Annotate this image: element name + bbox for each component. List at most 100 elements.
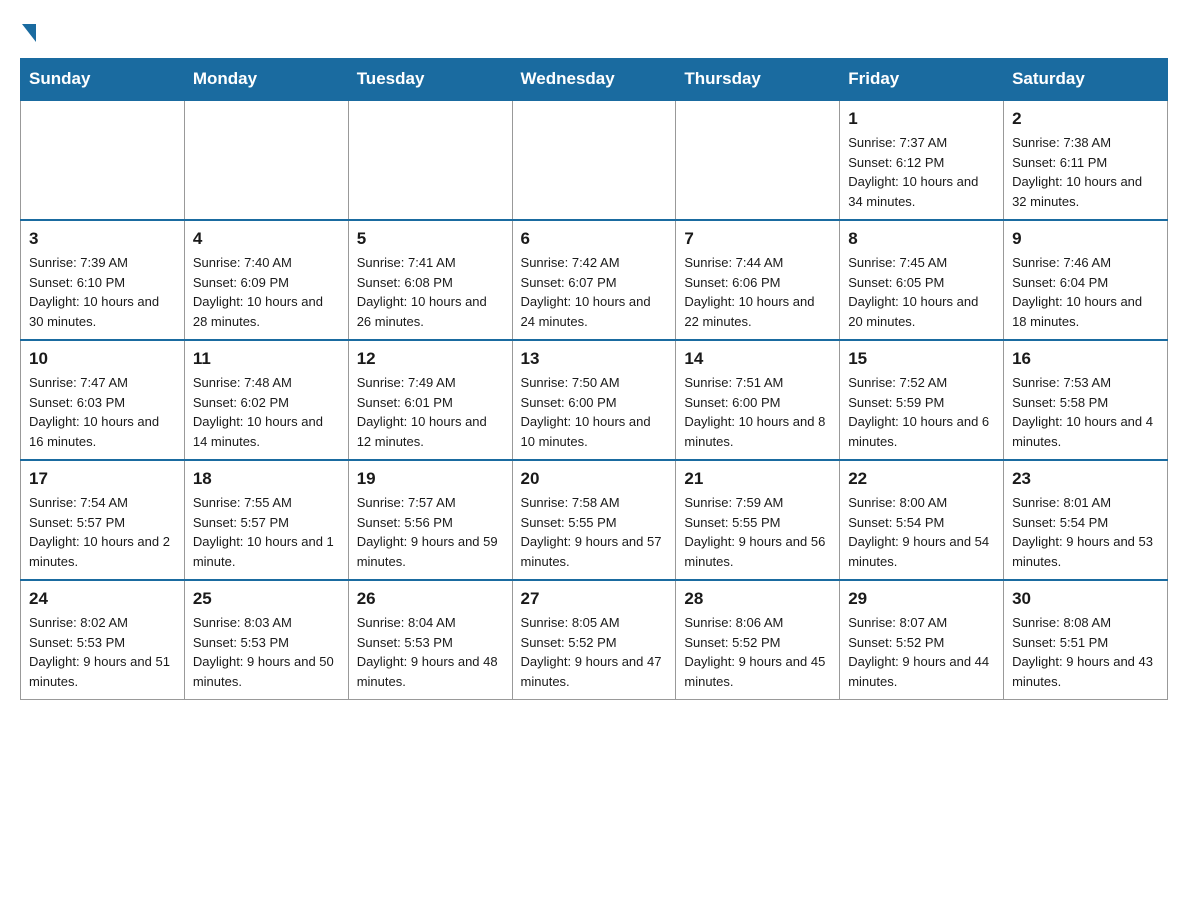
calendar-cell: 15 Sunrise: 7:52 AM Sunset: 5:59 PM Dayli…: [840, 340, 1004, 460]
calendar-header-row: SundayMondayTuesdayWednesdayThursdayFrid…: [21, 59, 1168, 101]
day-info: Sunrise: 7:41 AM Sunset: 6:08 PM Dayligh…: [357, 253, 504, 331]
day-number: 17: [29, 469, 176, 489]
day-info: Sunrise: 8:07 AM Sunset: 5:52 PM Dayligh…: [848, 613, 995, 691]
day-number: 13: [521, 349, 668, 369]
week-row-4: 17 Sunrise: 7:54 AM Sunset: 5:57 PM Dayli…: [21, 460, 1168, 580]
day-info: Sunrise: 8:05 AM Sunset: 5:52 PM Dayligh…: [521, 613, 668, 691]
calendar-cell: 22Sunrise: 8:00 AM Sunset: 5:54 PM Dayli…: [840, 460, 1004, 580]
day-info: Sunrise: 7:52 AM Sunset: 5:59 PM Dayligh…: [848, 373, 995, 451]
day-info: Sunrise: 7:50 AM Sunset: 6:00 PM Dayligh…: [521, 373, 668, 451]
calendar-cell: 28Sunrise: 8:06 AM Sunset: 5:52 PM Dayli…: [676, 580, 840, 700]
calendar-cell: 20 Sunrise: 7:58 AM Sunset: 5:55 PM Dayli…: [512, 460, 676, 580]
day-info: Sunrise: 7:40 AM Sunset: 6:09 PM Dayligh…: [193, 253, 340, 331]
day-info: Sunrise: 8:01 AM Sunset: 5:54 PM Dayligh…: [1012, 493, 1159, 571]
calendar-cell: 19 Sunrise: 7:57 AM Sunset: 5:56 PM Dayli…: [348, 460, 512, 580]
day-info: Sunrise: 7:44 AM Sunset: 6:06 PM Dayligh…: [684, 253, 831, 331]
day-number: 7: [684, 229, 831, 249]
calendar-cell: 18 Sunrise: 7:55 AM Sunset: 5:57 PM Dayli…: [184, 460, 348, 580]
day-number: 9: [1012, 229, 1159, 249]
calendar-cell: 7 Sunrise: 7:44 AM Sunset: 6:06 PM Daylig…: [676, 220, 840, 340]
week-row-3: 10 Sunrise: 7:47 AM Sunset: 6:03 PM Dayli…: [21, 340, 1168, 460]
day-number: 6: [521, 229, 668, 249]
calendar-cell: [184, 100, 348, 220]
day-number: 20: [521, 469, 668, 489]
calendar-cell: 13 Sunrise: 7:50 AM Sunset: 6:00 PM Dayli…: [512, 340, 676, 460]
column-header-sunday: Sunday: [21, 59, 185, 101]
day-info: Sunrise: 8:03 AM Sunset: 5:53 PM Dayligh…: [193, 613, 340, 691]
day-info: Sunrise: 7:54 AM Sunset: 5:57 PM Dayligh…: [29, 493, 176, 571]
calendar-cell: 1 Sunrise: 7:37 AM Sunset: 6:12 PM Daylig…: [840, 100, 1004, 220]
day-info: Sunrise: 7:57 AM Sunset: 5:56 PM Dayligh…: [357, 493, 504, 571]
calendar-cell: 5 Sunrise: 7:41 AM Sunset: 6:08 PM Daylig…: [348, 220, 512, 340]
calendar-cell: 30Sunrise: 8:08 AM Sunset: 5:51 PM Dayli…: [1004, 580, 1168, 700]
column-header-tuesday: Tuesday: [348, 59, 512, 101]
calendar-cell: 12 Sunrise: 7:49 AM Sunset: 6:01 PM Dayli…: [348, 340, 512, 460]
column-header-monday: Monday: [184, 59, 348, 101]
calendar-cell: 26 Sunrise: 8:04 AM Sunset: 5:53 PM Dayli…: [348, 580, 512, 700]
day-info: Sunrise: 7:39 AM Sunset: 6:10 PM Dayligh…: [29, 253, 176, 331]
calendar-cell: [21, 100, 185, 220]
day-number: 27: [521, 589, 668, 609]
day-number: 18: [193, 469, 340, 489]
day-info: Sunrise: 7:55 AM Sunset: 5:57 PM Dayligh…: [193, 493, 340, 571]
day-number: 29: [848, 589, 995, 609]
day-info: Sunrise: 7:42 AM Sunset: 6:07 PM Dayligh…: [521, 253, 668, 331]
week-row-5: 24 Sunrise: 8:02 AM Sunset: 5:53 PM Dayli…: [21, 580, 1168, 700]
day-info: Sunrise: 7:45 AM Sunset: 6:05 PM Dayligh…: [848, 253, 995, 331]
calendar-cell: 14 Sunrise: 7:51 AM Sunset: 6:00 PM Dayli…: [676, 340, 840, 460]
day-number: 15: [848, 349, 995, 369]
calendar-cell: 9 Sunrise: 7:46 AM Sunset: 6:04 PM Daylig…: [1004, 220, 1168, 340]
calendar-cell: 16 Sunrise: 7:53 AM Sunset: 5:58 PM Dayli…: [1004, 340, 1168, 460]
day-number: 19: [357, 469, 504, 489]
day-info: Sunrise: 8:04 AM Sunset: 5:53 PM Dayligh…: [357, 613, 504, 691]
calendar-cell: 21 Sunrise: 7:59 AM Sunset: 5:55 PM Dayli…: [676, 460, 840, 580]
column-header-wednesday: Wednesday: [512, 59, 676, 101]
day-info: Sunrise: 7:53 AM Sunset: 5:58 PM Dayligh…: [1012, 373, 1159, 451]
day-number: 16: [1012, 349, 1159, 369]
day-number: 8: [848, 229, 995, 249]
day-info: Sunrise: 7:47 AM Sunset: 6:03 PM Dayligh…: [29, 373, 176, 451]
day-number: 23: [1012, 469, 1159, 489]
day-number: 2: [1012, 109, 1159, 129]
day-info: Sunrise: 7:58 AM Sunset: 5:55 PM Dayligh…: [521, 493, 668, 571]
logo: [20, 20, 36, 38]
column-header-thursday: Thursday: [676, 59, 840, 101]
calendar-table: SundayMondayTuesdayWednesdayThursdayFrid…: [20, 58, 1168, 700]
calendar-cell: 10 Sunrise: 7:47 AM Sunset: 6:03 PM Dayli…: [21, 340, 185, 460]
day-info: Sunrise: 7:49 AM Sunset: 6:01 PM Dayligh…: [357, 373, 504, 451]
column-header-friday: Friday: [840, 59, 1004, 101]
day-number: 14: [684, 349, 831, 369]
calendar-cell: [676, 100, 840, 220]
week-row-1: 1 Sunrise: 7:37 AM Sunset: 6:12 PM Daylig…: [21, 100, 1168, 220]
day-number: 4: [193, 229, 340, 249]
calendar-cell: 25Sunrise: 8:03 AM Sunset: 5:53 PM Dayli…: [184, 580, 348, 700]
day-info: Sunrise: 7:37 AM Sunset: 6:12 PM Dayligh…: [848, 133, 995, 211]
day-number: 26: [357, 589, 504, 609]
day-number: 22: [848, 469, 995, 489]
calendar-cell: 4 Sunrise: 7:40 AM Sunset: 6:09 PM Daylig…: [184, 220, 348, 340]
week-row-2: 3 Sunrise: 7:39 AM Sunset: 6:10 PM Daylig…: [21, 220, 1168, 340]
day-number: 10: [29, 349, 176, 369]
day-info: Sunrise: 7:46 AM Sunset: 6:04 PM Dayligh…: [1012, 253, 1159, 331]
calendar-cell: 2Sunrise: 7:38 AM Sunset: 6:11 PM Daylig…: [1004, 100, 1168, 220]
calendar-cell: 11 Sunrise: 7:48 AM Sunset: 6:02 PM Dayli…: [184, 340, 348, 460]
day-number: 5: [357, 229, 504, 249]
day-info: Sunrise: 7:51 AM Sunset: 6:00 PM Dayligh…: [684, 373, 831, 451]
day-number: 24: [29, 589, 176, 609]
calendar-cell: 27 Sunrise: 8:05 AM Sunset: 5:52 PM Dayli…: [512, 580, 676, 700]
calendar-cell: 8 Sunrise: 7:45 AM Sunset: 6:05 PM Daylig…: [840, 220, 1004, 340]
day-number: 30: [1012, 589, 1159, 609]
day-info: Sunrise: 7:48 AM Sunset: 6:02 PM Dayligh…: [193, 373, 340, 451]
day-number: 12: [357, 349, 504, 369]
day-number: 21: [684, 469, 831, 489]
column-header-saturday: Saturday: [1004, 59, 1168, 101]
day-number: 3: [29, 229, 176, 249]
day-info: Sunrise: 8:02 AM Sunset: 5:53 PM Dayligh…: [29, 613, 176, 691]
page-header: [20, 20, 1168, 38]
calendar-cell: [512, 100, 676, 220]
day-number: 1: [848, 109, 995, 129]
calendar-cell: 17 Sunrise: 7:54 AM Sunset: 5:57 PM Dayli…: [21, 460, 185, 580]
day-number: 11: [193, 349, 340, 369]
logo-arrow-icon: [22, 24, 36, 42]
day-info: Sunrise: 7:59 AM Sunset: 5:55 PM Dayligh…: [684, 493, 831, 571]
